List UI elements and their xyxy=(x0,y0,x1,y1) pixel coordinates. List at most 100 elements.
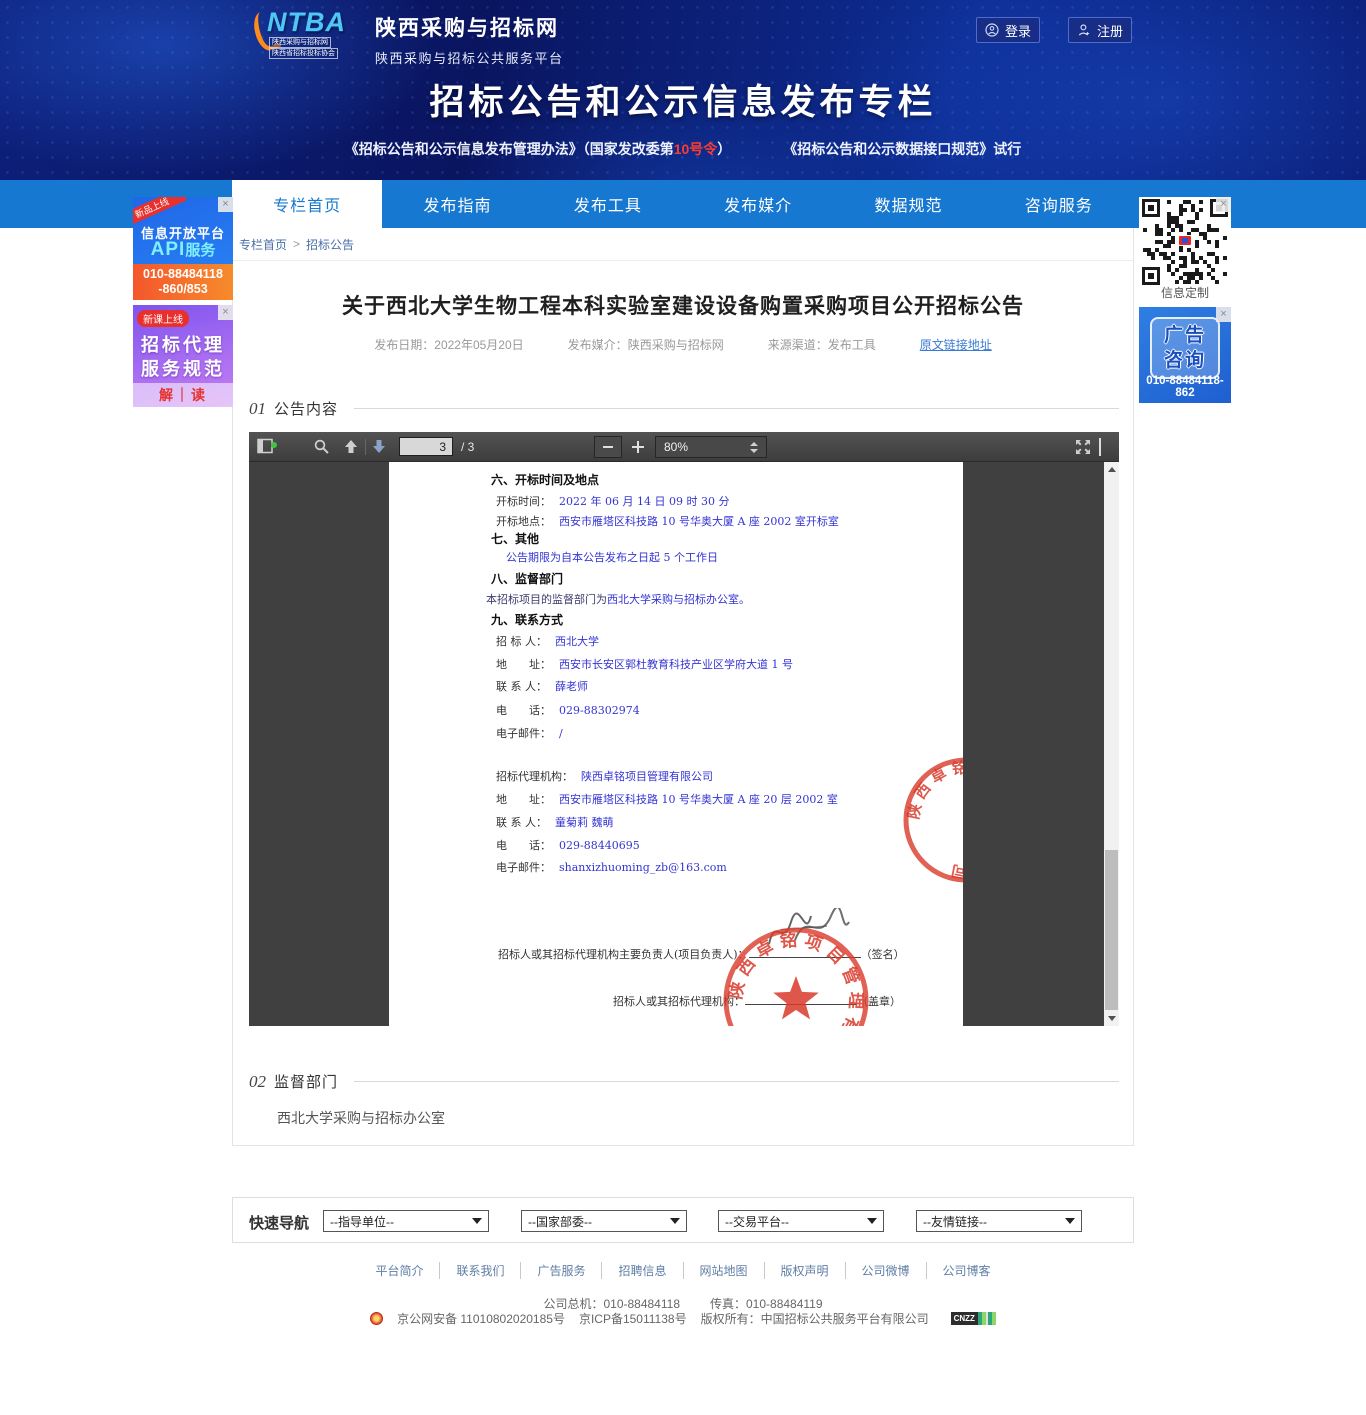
breadcrumb-home[interactable]: 专栏首页 xyxy=(239,236,287,253)
origin-link[interactable]: 原文链接地址 xyxy=(920,336,992,353)
doc-tenderer-row: 电子邮件：/ xyxy=(496,725,563,741)
doc-tenderer-row: 地 址：西安市长安区郭杜教育科技产业区学府大道 1 号 xyxy=(496,656,793,672)
pdf-zoom-select[interactable]: 80% xyxy=(655,436,767,458)
scroll-up-icon[interactable] xyxy=(1104,462,1119,477)
pdf-fullscreen-icon[interactable] xyxy=(1075,439,1091,455)
pdf-toolbar: / 3 80% xyxy=(249,432,1119,462)
user-circle-icon xyxy=(985,23,999,37)
pdf-canvas-area: 六、开标时间及地点 开标时间：2022 年 06 月 14 日 09 时 30 … xyxy=(249,462,1104,1026)
svg-text:陕西卓铭项目管理有限公司: 陕西卓铭项目管理有限公司 xyxy=(904,758,963,881)
pdf-next-page-icon[interactable] xyxy=(371,438,387,455)
doc-tenderer-row: 电 话：029-88302974 xyxy=(496,702,640,718)
footer-link-sitemap[interactable]: 网站地图 xyxy=(684,1262,765,1279)
tab-consult-service[interactable]: 咨询服务 xyxy=(984,180,1134,228)
qr-caption: 信息定制 xyxy=(1139,284,1231,301)
footer-copyright: 版权所有：中国招标公共服务平台有限公司 xyxy=(701,1310,929,1327)
doc-sign-line: 招标人或其招标代理机构主要负责人(项目负责人)：（签名） xyxy=(498,946,905,962)
banner-title: 招标公告和公示信息发布专栏 xyxy=(0,74,1366,125)
close-icon[interactable]: × xyxy=(218,197,233,212)
beian-icp[interactable]: 京ICP备15011138号 xyxy=(579,1310,687,1327)
site-name: 陕西采购与招标网 xyxy=(375,12,564,42)
quick-nav: 快速导航 --指导单位-- --国家部委-- --交易平台-- --友情链接-- xyxy=(232,1197,1134,1243)
section-announcement-header: 01 公告内容 xyxy=(249,398,1119,419)
beian-gongan[interactable]: 京公网安备 11010802020185号 xyxy=(397,1310,565,1327)
tab-column-home[interactable]: 专栏首页 xyxy=(232,180,382,228)
section2-rule xyxy=(354,1081,1119,1082)
ad-course-footer: 解｜读 xyxy=(133,383,233,407)
doc-heading-7: 七、其他 xyxy=(491,532,539,546)
ad-course-line1: 招标代理 xyxy=(133,331,233,357)
banner-sub-tail: 《招标公告和公示数据接口规范》试行 xyxy=(783,141,1021,157)
select-friend-links[interactable]: --友情链接-- xyxy=(916,1210,1082,1232)
ad-info-subscribe[interactable]: 信息定制 × xyxy=(1139,197,1231,303)
footer-link-contact[interactable]: 联系我们 xyxy=(440,1262,521,1279)
close-icon[interactable]: × xyxy=(218,305,233,320)
footer-link-about[interactable]: 平台简介 xyxy=(359,1262,440,1279)
doc-open-time-value: 2022 年 06 月 14 日 09 时 30 分 xyxy=(559,495,729,508)
register-button[interactable]: 注册 xyxy=(1068,17,1132,43)
chevron-down-icon xyxy=(670,1218,680,1224)
close-icon[interactable]: × xyxy=(1216,197,1231,212)
select-guide-units[interactable]: --指导单位-- xyxy=(323,1210,489,1232)
tab-publish-guide[interactable]: 发布指南 xyxy=(382,180,532,228)
quick-nav-label: 快速导航 xyxy=(249,1212,309,1233)
doc-supervise-value: 西北大学采购与招标办公室。 xyxy=(607,593,750,606)
chevron-down-icon xyxy=(472,1218,482,1224)
footer-beian-row: 京公网安备 11010802020185号 京ICP备15011138号 版权所… xyxy=(0,1310,1366,1327)
banner-sub-mid: ） xyxy=(717,141,731,157)
article-title: 关于西北大学生物工程本科实验室建设设备购置采购项目公开招标公告 xyxy=(233,290,1133,320)
pdf-search-icon[interactable] xyxy=(313,438,330,455)
doc-heading-9: 九、联系方式 xyxy=(491,613,563,627)
logo-mark: NTBA 陕西采购与招标网 陕西省招标投标协会 xyxy=(253,7,361,57)
footer-link-jobs[interactable]: 招聘信息 xyxy=(602,1262,683,1279)
pdf-viewer: / 3 80% xyxy=(249,432,1119,1026)
section1-rule xyxy=(354,408,1119,409)
tab-publish-tools[interactable]: 发布工具 xyxy=(533,180,683,228)
login-button[interactable]: 登录 xyxy=(976,17,1040,43)
pdf-scrollbar[interactable] xyxy=(1104,462,1119,1026)
select-national-ministries-value: --国家部委-- xyxy=(528,1213,592,1230)
cnzz-badge[interactable]: CNZZ xyxy=(951,1312,996,1325)
pdf-zoom-out-button[interactable] xyxy=(594,436,622,458)
pdf-page-total: / 3 xyxy=(461,440,474,454)
ad-api-line2: API服务 xyxy=(133,239,233,261)
doc-stamp-line: 招标人或其招标代理机构：（盖章） xyxy=(613,993,901,1009)
footer-link-weibo[interactable]: 公司微博 xyxy=(846,1262,927,1279)
nav-tabs: 专栏首页 发布指南 发布工具 发布媒介 数据规范 咨询服务 xyxy=(232,180,1134,228)
breadcrumb-separator-icon: > xyxy=(293,237,300,251)
ad-api-service[interactable]: 新品上线 信息开放平台 API服务 010-88484118-860/853 × xyxy=(133,197,233,300)
pdf-zoom-in-button[interactable] xyxy=(626,436,650,458)
breadcrumb: 专栏首页 > 招标公告 xyxy=(233,228,1133,261)
doc-tenderer-row: 招 标 人：西北大学 xyxy=(496,633,599,649)
select-national-ministries[interactable]: --国家部委-- xyxy=(521,1210,687,1232)
pdf-sidebar-toggle-icon[interactable] xyxy=(257,438,274,455)
close-icon[interactable]: × xyxy=(1216,307,1231,322)
tab-data-standard[interactable]: 数据规范 xyxy=(833,180,983,228)
pdf-page-input[interactable] xyxy=(399,437,453,456)
pdf-toolbar-right-divider xyxy=(1099,438,1101,456)
footer-link-ads[interactable]: 广告服务 xyxy=(521,1262,602,1279)
site-logo[interactable]: NTBA 陕西采购与招标网 陕西省招标投标协会 陕西采购与招标网 陕西采购与招标… xyxy=(253,7,564,67)
section2-number: 02 xyxy=(249,1072,266,1092)
doc-agency-row: 地 址：西安市雁塔区科技路 10 号华奥大厦 A 座 20 层 2002 室 xyxy=(496,791,838,807)
svg-text:陕西卓铭项目管理有限公司: 陕西卓铭项目管理有限公司 xyxy=(725,929,865,1026)
pdf-scrollbar-thumb[interactable] xyxy=(1105,850,1118,1010)
pdf-document-page: 六、开标时间及地点 开标时间：2022 年 06 月 14 日 09 时 30 … xyxy=(389,462,963,1026)
site-title-block: 陕西采购与招标网 陕西采购与招标公共服务平台 xyxy=(375,7,564,67)
banner-sub-red: 10号令 xyxy=(674,141,718,157)
ad-advertising-consult[interactable]: 广告 咨询 010-88484118-862 × xyxy=(1139,307,1231,403)
ad-consult-phone: 010-88484118-862 xyxy=(1139,375,1231,399)
pdf-prev-page-icon[interactable] xyxy=(343,438,359,455)
ad-agency-course[interactable]: 新课上线 招标代理 服务规范 解｜读 × xyxy=(133,305,233,407)
login-label: 登录 xyxy=(1005,21,1031,40)
footer-link-copyright[interactable]: 版权声明 xyxy=(765,1262,846,1279)
tab-publish-media[interactable]: 发布媒介 xyxy=(683,180,833,228)
select-trading-platforms[interactable]: --交易平台-- xyxy=(718,1210,884,1232)
section1-number: 01 xyxy=(249,399,266,419)
doc-open-time-label: 开标时间： xyxy=(496,495,551,508)
scroll-down-icon[interactable] xyxy=(1104,1011,1119,1026)
logo-caption-1: 陕西采购与招标网 xyxy=(269,37,331,48)
footer-link-blog[interactable]: 公司博客 xyxy=(927,1262,1007,1279)
site-header: NTBA 陕西采购与招标网 陕西省招标投标协会 陕西采购与招标网 陕西采购与招标… xyxy=(0,0,1366,180)
pdf-toolbar-divider xyxy=(365,439,366,455)
